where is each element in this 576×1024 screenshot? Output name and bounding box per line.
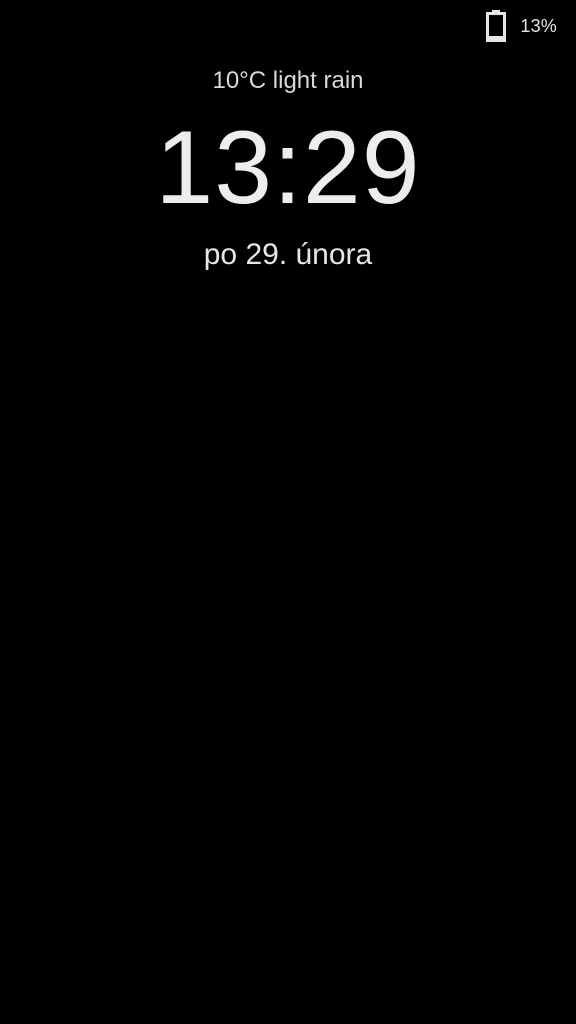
weather-summary: 10°C light rain (212, 67, 364, 94)
battery-icon (486, 10, 506, 42)
battery-percentage: 13% (520, 16, 557, 36)
clock-time: 13:29 (155, 110, 421, 226)
status-bar: 13% (0, 0, 576, 54)
clock-date: po 29. února (203, 238, 373, 271)
